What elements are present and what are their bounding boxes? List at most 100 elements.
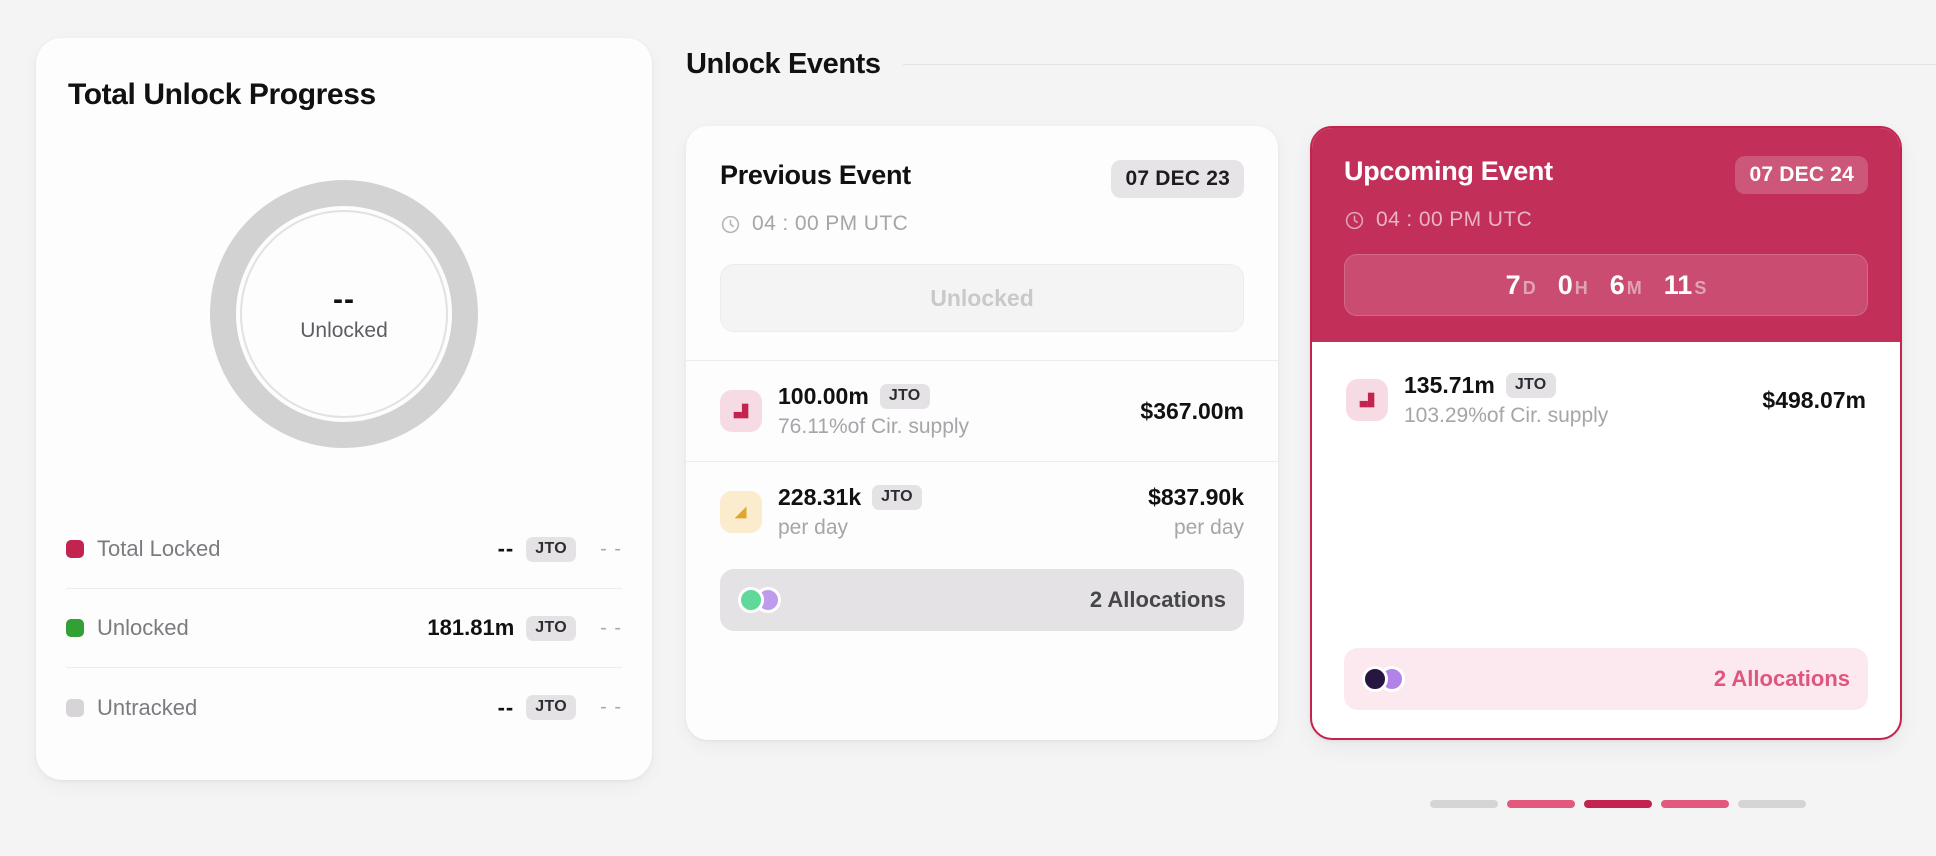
triangle-up-icon (720, 490, 762, 533)
event-stat-row-amount: 135.71m JTO 103.29%of Cir. supply $498.0… (1312, 350, 1900, 450)
legend-usd: - - (600, 696, 622, 718)
countdown-days: 7 D (1505, 269, 1536, 300)
stat-main: 228.31k JTO per day (778, 484, 922, 540)
event-name: Upcoming Event (1344, 156, 1553, 186)
unlocked-status-button[interactable]: Unlocked (720, 264, 1244, 332)
page-bar-4[interactable] (1661, 800, 1729, 808)
carousel-pagination[interactable] (1430, 800, 1806, 808)
event-title-row: Upcoming Event 07 DEC 24 (1344, 156, 1868, 194)
legend-label: Untracked (97, 694, 198, 720)
legend-usd: - - (600, 537, 622, 560)
token-chip: JTO (879, 384, 930, 409)
legend-values: -- JTO - - (498, 536, 622, 562)
stat-value-group: $498.07m (1762, 387, 1866, 414)
upcoming-event-card[interactable]: Upcoming Event 07 DEC 24 04 : 00 PM UTC … (1310, 126, 1902, 740)
stat-amount: 228.31k (778, 483, 862, 510)
countdown-value: 0 (1557, 269, 1573, 300)
countdown-hours: 0 H (1557, 269, 1588, 300)
upcoming-event-header: Upcoming Event 07 DEC 24 04 : 00 PM UTC … (1312, 128, 1900, 342)
stairs-step-icon (720, 390, 762, 432)
legend-label: Total Locked (97, 536, 221, 561)
stat-amount-line: 228.31k JTO (778, 484, 922, 511)
legend-amount: 181.81m (427, 615, 515, 640)
stat-amount: 100.00m (778, 383, 869, 409)
countdown-seconds: 11 S (1663, 269, 1707, 300)
unlock-progress-donut: -- Unlocked (210, 180, 478, 448)
event-time: 04 : 00 PM UTC (752, 212, 909, 235)
allocations-bar[interactable]: 2 Allocations (1344, 648, 1868, 710)
allocation-dots (1362, 666, 1406, 692)
token-chip: JTO (872, 484, 922, 510)
legend-list: Total Locked -- JTO - - Unlocked 181.81m… (66, 510, 622, 747)
event-stat-row-amount: 100.00m JTO 76.11%of Cir. supply $367.00… (686, 361, 1278, 461)
countdown-unit: S (1694, 277, 1707, 298)
legend-amount: -- (497, 536, 515, 561)
token-chip: JTO (1505, 373, 1556, 398)
allocations-label: 2 Allocations (1713, 666, 1850, 691)
clock-icon (720, 214, 741, 235)
total-unlock-progress-card: Total Unlock Progress -- Unlocked Total … (36, 38, 652, 780)
header-divider (902, 64, 1936, 65)
stat-usd-value: $498.07m (1762, 386, 1866, 413)
countdown-value: 11 (1663, 269, 1693, 300)
event-time: 04 : 00 PM UTC (1376, 208, 1533, 231)
event-name: Previous Event (720, 160, 911, 190)
stat-usd-subtext: per day (1173, 515, 1244, 539)
event-title-row: Previous Event 07 DEC 23 (720, 160, 1244, 198)
unlock-events-header: Unlock Events (686, 48, 1936, 81)
event-date-badge: 07 DEC 24 (1735, 156, 1868, 194)
countdown-timer: 7 D 0 H 6 M 11 S (1344, 254, 1868, 316)
countdown-unit: D (1522, 277, 1536, 298)
token-chip: JTO (526, 615, 576, 641)
clock-icon (1344, 210, 1365, 231)
stat-value-group: $837.90k per day (1148, 484, 1244, 540)
stat-subtext: 103.29%of Cir. supply (1404, 404, 1609, 427)
allocation-dots (738, 587, 782, 613)
countdown-minutes: 6 M (1609, 269, 1642, 300)
countdown-unit: H (1574, 277, 1588, 298)
stat-subtext: per day (778, 515, 849, 539)
legend-usd: - - (600, 616, 622, 639)
page-bar-2[interactable] (1507, 800, 1575, 808)
swatch-total-locked (66, 540, 84, 558)
donut-center-labels: -- Unlocked (210, 180, 478, 448)
countdown-value: 7 (1505, 269, 1521, 300)
token-chip: JTO (526, 695, 576, 720)
stat-usd-value: $367.00m (1140, 397, 1244, 424)
previous-event-card[interactable]: Previous Event 07 DEC 23 04 : 00 PM UTC … (686, 126, 1278, 740)
allocations-label: 2 Allocations (1089, 587, 1226, 612)
event-time-row: 04 : 00 PM UTC (720, 212, 1244, 236)
legend-values: -- JTO - - (498, 695, 622, 721)
stat-value-group: $367.00m (1140, 398, 1244, 425)
upcoming-event-body: 135.71m JTO 103.29%of Cir. supply $498.0… (1312, 342, 1900, 450)
legend-label: Unlocked (97, 615, 189, 640)
stat-amount-line: 135.71m JTO (1404, 372, 1608, 399)
countdown-value: 6 (1609, 269, 1625, 300)
unlock-dashboard: Total Unlock Progress -- Unlocked Total … (0, 0, 1936, 856)
stat-subtext: 76.11%of Cir. supply (778, 415, 970, 438)
allocation-dot-1 (738, 587, 764, 613)
event-date-badge: 07 DEC 23 (1111, 160, 1244, 198)
stat-main: 135.71m JTO 103.29%of Cir. supply (1404, 372, 1608, 428)
legend-row-total-locked: Total Locked -- JTO - - (66, 510, 622, 589)
page-bar-5[interactable] (1738, 800, 1806, 808)
page-bar-1[interactable] (1430, 800, 1498, 808)
page-bar-3-active[interactable] (1584, 800, 1652, 808)
donut-value: -- (333, 283, 355, 317)
stat-amount-line: 100.00m JTO (778, 383, 969, 410)
event-time-row: 04 : 00 PM UTC (1344, 208, 1868, 232)
legend-values: 181.81m JTO - - (427, 615, 622, 641)
legend-row-untracked: Untracked -- JTO - - (66, 668, 622, 747)
stairs-step-icon (1346, 379, 1388, 421)
swatch-unlocked (66, 619, 84, 637)
section-title: Unlock Events (686, 48, 881, 80)
allocation-dot-1 (1362, 666, 1388, 692)
countdown-unit: M (1626, 277, 1642, 298)
event-stat-row-per-day: 228.31k JTO per day $837.90k per day (686, 461, 1278, 561)
legend-row-unlocked: Unlocked 181.81m JTO - - (66, 589, 622, 668)
allocations-bar[interactable]: 2 Allocations (720, 569, 1244, 631)
stat-amount: 135.71m (1404, 372, 1495, 398)
previous-event-header: Previous Event 07 DEC 23 04 : 00 PM UTC (686, 126, 1278, 236)
stat-usd-value: $837.90k (1148, 483, 1244, 510)
legend-amount: -- (497, 694, 515, 720)
